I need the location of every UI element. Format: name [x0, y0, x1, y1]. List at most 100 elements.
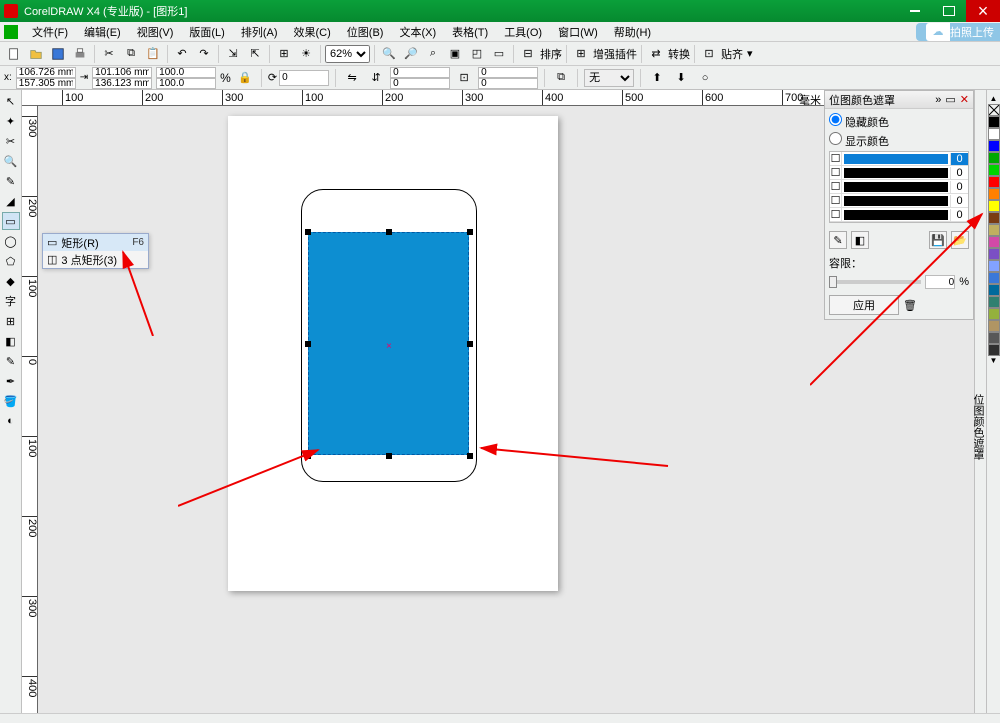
mask-row[interactable]: ☐0 — [830, 208, 968, 222]
cut-button[interactable]: ✂ — [99, 45, 119, 63]
lock-ratio-button[interactable]: 🔒 — [235, 69, 255, 87]
import-button[interactable]: ⇲ — [223, 45, 243, 63]
swatch[interactable] — [988, 248, 1000, 260]
swatch[interactable] — [988, 236, 1000, 248]
selection-handle[interactable] — [386, 229, 392, 235]
zoom-tool[interactable]: 🔍 — [2, 152, 20, 170]
swatch-none[interactable] — [988, 104, 1000, 116]
pick-tool[interactable]: ↖ — [2, 92, 20, 110]
print-button[interactable] — [70, 45, 90, 63]
basic-shapes-tool[interactable]: ◆ — [2, 272, 20, 290]
scale-x-input[interactable] — [156, 67, 216, 78]
tolerance-input[interactable] — [925, 275, 955, 289]
swatch[interactable] — [988, 344, 1000, 356]
swatch[interactable] — [988, 116, 1000, 128]
maximize-button[interactable] — [932, 0, 966, 22]
hide-color-radio[interactable]: 隐藏颜色 — [829, 113, 969, 130]
rectangle-tool[interactable]: ▭ — [2, 212, 20, 230]
swatch[interactable] — [988, 164, 1000, 176]
docker-tab[interactable]: 位图颜色遮罩 — [974, 90, 986, 723]
polygon-tool[interactable]: ⬠ — [2, 252, 20, 270]
mirror-v-button[interactable]: ⇵ — [366, 69, 386, 87]
smart-fill-tool[interactable]: ◢ — [2, 192, 20, 210]
convert-button[interactable]: ⇄ — [646, 45, 666, 63]
paste-button[interactable]: 📋 — [143, 45, 163, 63]
swatch[interactable] — [988, 200, 1000, 212]
outline-tool[interactable]: ✒ — [2, 372, 20, 390]
apply-button[interactable]: 应用 — [829, 295, 899, 315]
rotation-input[interactable] — [279, 70, 329, 86]
open-button[interactable] — [26, 45, 46, 63]
selection-handle[interactable] — [305, 453, 311, 459]
to-back-button[interactable]: ⬇ — [671, 69, 691, 87]
swatch[interactable] — [988, 176, 1000, 188]
app-launcher-button[interactable]: ⊞ — [274, 45, 294, 63]
docker-close-icon[interactable]: ✕ — [960, 93, 969, 106]
y-input[interactable] — [16, 78, 76, 89]
menu-table[interactable]: 表格(T) — [444, 24, 496, 40]
swatch[interactable] — [988, 140, 1000, 152]
menu-text[interactable]: 文本(X) — [391, 24, 444, 40]
menu-arrange[interactable]: 排列(A) — [233, 24, 286, 40]
selection-handle[interactable] — [467, 229, 473, 235]
selection-handle[interactable] — [386, 453, 392, 459]
eyedropper-tool[interactable]: ✎ — [2, 352, 20, 370]
eyedropper-button[interactable]: ✎ — [829, 231, 847, 249]
swatch[interactable] — [988, 272, 1000, 284]
mask-row[interactable]: ☐0 — [830, 180, 968, 194]
mask-row[interactable]: ☐0 — [830, 194, 968, 208]
mirror-h-button[interactable]: ⇋ — [342, 69, 362, 87]
x-input[interactable] — [16, 67, 76, 78]
fill-tool[interactable]: 🪣 — [2, 392, 20, 410]
palette-up-icon[interactable]: ▲ — [990, 94, 998, 104]
outline-select[interactable]: 无 — [584, 69, 634, 87]
menu-layout[interactable]: 版面(L) — [181, 24, 232, 40]
swatch[interactable] — [988, 152, 1000, 164]
swatch[interactable] — [988, 308, 1000, 320]
zoom-page-button[interactable]: ▣ — [445, 45, 465, 63]
h-input[interactable] — [92, 78, 152, 89]
corner-lock-button[interactable]: ⊡ — [454, 69, 474, 87]
ellipse-tool[interactable]: ◯ — [2, 232, 20, 250]
selection-handle[interactable] — [305, 229, 311, 235]
undo-button[interactable]: ↶ — [172, 45, 192, 63]
app-menu-icon[interactable] — [4, 25, 18, 39]
swatch[interactable] — [988, 212, 1000, 224]
zoom-in-button[interactable]: 🔍 — [379, 45, 399, 63]
swatch[interactable] — [988, 188, 1000, 200]
w-input[interactable] — [92, 67, 152, 78]
docker-collapse-icon[interactable]: » — [935, 94, 941, 106]
menu-view[interactable]: 视图(V) — [129, 24, 182, 40]
tolerance-slider[interactable] — [829, 280, 921, 284]
scale-y-input[interactable] — [156, 78, 216, 89]
corner-c-input[interactable] — [478, 67, 538, 78]
zoom-fit-button[interactable]: ◰ — [467, 45, 487, 63]
to-front-button[interactable]: ⬆ — [647, 69, 667, 87]
preview-button[interactable]: ▭ — [489, 45, 509, 63]
swatch[interactable] — [988, 224, 1000, 236]
menu-effects[interactable]: 效果(C) — [286, 24, 339, 40]
menu-window[interactable]: 窗口(W) — [550, 24, 606, 40]
menu-help[interactable]: 帮助(H) — [606, 24, 659, 40]
edit-color-button[interactable]: ◧ — [851, 231, 869, 249]
mask-row[interactable]: ☐0 — [830, 166, 968, 180]
sort-button[interactable]: ⊟ — [518, 45, 538, 63]
interactive-tool[interactable]: ◧ — [2, 332, 20, 350]
zoom-sel-button[interactable]: ⌕ — [423, 45, 443, 63]
menu-tools[interactable]: 工具(O) — [496, 24, 550, 40]
selection-handle[interactable] — [467, 453, 473, 459]
wrap-button[interactable]: ⧉ — [551, 69, 571, 87]
selection-handle[interactable] — [467, 341, 473, 347]
show-color-radio[interactable]: 显示颜色 — [829, 132, 969, 149]
mask-row[interactable]: ☐0 — [830, 152, 968, 166]
table-tool[interactable]: ⊞ — [2, 312, 20, 330]
flyout-3pt-rectangle[interactable]: ◫ 3 点矩形(3) — [43, 251, 148, 268]
new-button[interactable] — [4, 45, 24, 63]
flyout-rectangle[interactable]: ▭ 矩形(R) F6 — [43, 234, 148, 251]
swatch[interactable] — [988, 260, 1000, 272]
palette-down-icon[interactable]: ▼ — [990, 356, 998, 366]
zoom-out-button[interactable]: 🔎 — [401, 45, 421, 63]
save-button[interactable] — [48, 45, 68, 63]
redo-button[interactable]: ↷ — [194, 45, 214, 63]
menu-edit[interactable]: 编辑(E) — [76, 24, 129, 40]
